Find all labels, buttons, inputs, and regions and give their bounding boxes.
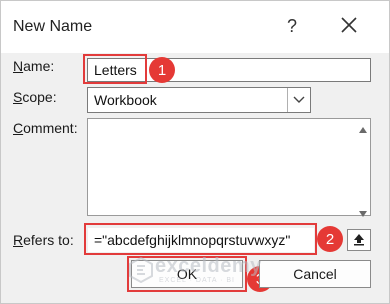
highlight-box-name [83, 54, 147, 84]
collapse-dialog-button[interactable] [347, 229, 371, 251]
scope-value: Workbook [94, 92, 157, 108]
new-name-dialog: New Name ? Name: Letters 1 Scope: Workbo… [0, 0, 390, 304]
highlight-box-refers [84, 223, 317, 255]
help-button[interactable]: ? [287, 16, 297, 37]
cancel-button[interactable]: Cancel [259, 260, 371, 288]
step-badge-2: 2 [317, 226, 343, 252]
title-bar: New Name ? [1, 1, 389, 53]
scope-select[interactable]: Workbook [87, 87, 311, 113]
dialog-title: New Name [13, 18, 93, 35]
highlight-box-ok [127, 256, 247, 292]
comment-textarea[interactable] [87, 118, 371, 217]
scroll-down-icon[interactable] [358, 205, 368, 217]
step-badge-1: 1 [149, 57, 175, 83]
chevron-down-icon[interactable] [287, 88, 310, 112]
close-icon[interactable] [339, 15, 359, 35]
refers-to-label: Refers to: [13, 232, 74, 248]
comment-label: Comment: [13, 120, 78, 136]
upload-arrow-icon [352, 232, 366, 249]
scope-label: Scope: [13, 89, 57, 105]
name-label: Name: [13, 58, 55, 74]
scroll-up-icon[interactable] [358, 121, 368, 133]
